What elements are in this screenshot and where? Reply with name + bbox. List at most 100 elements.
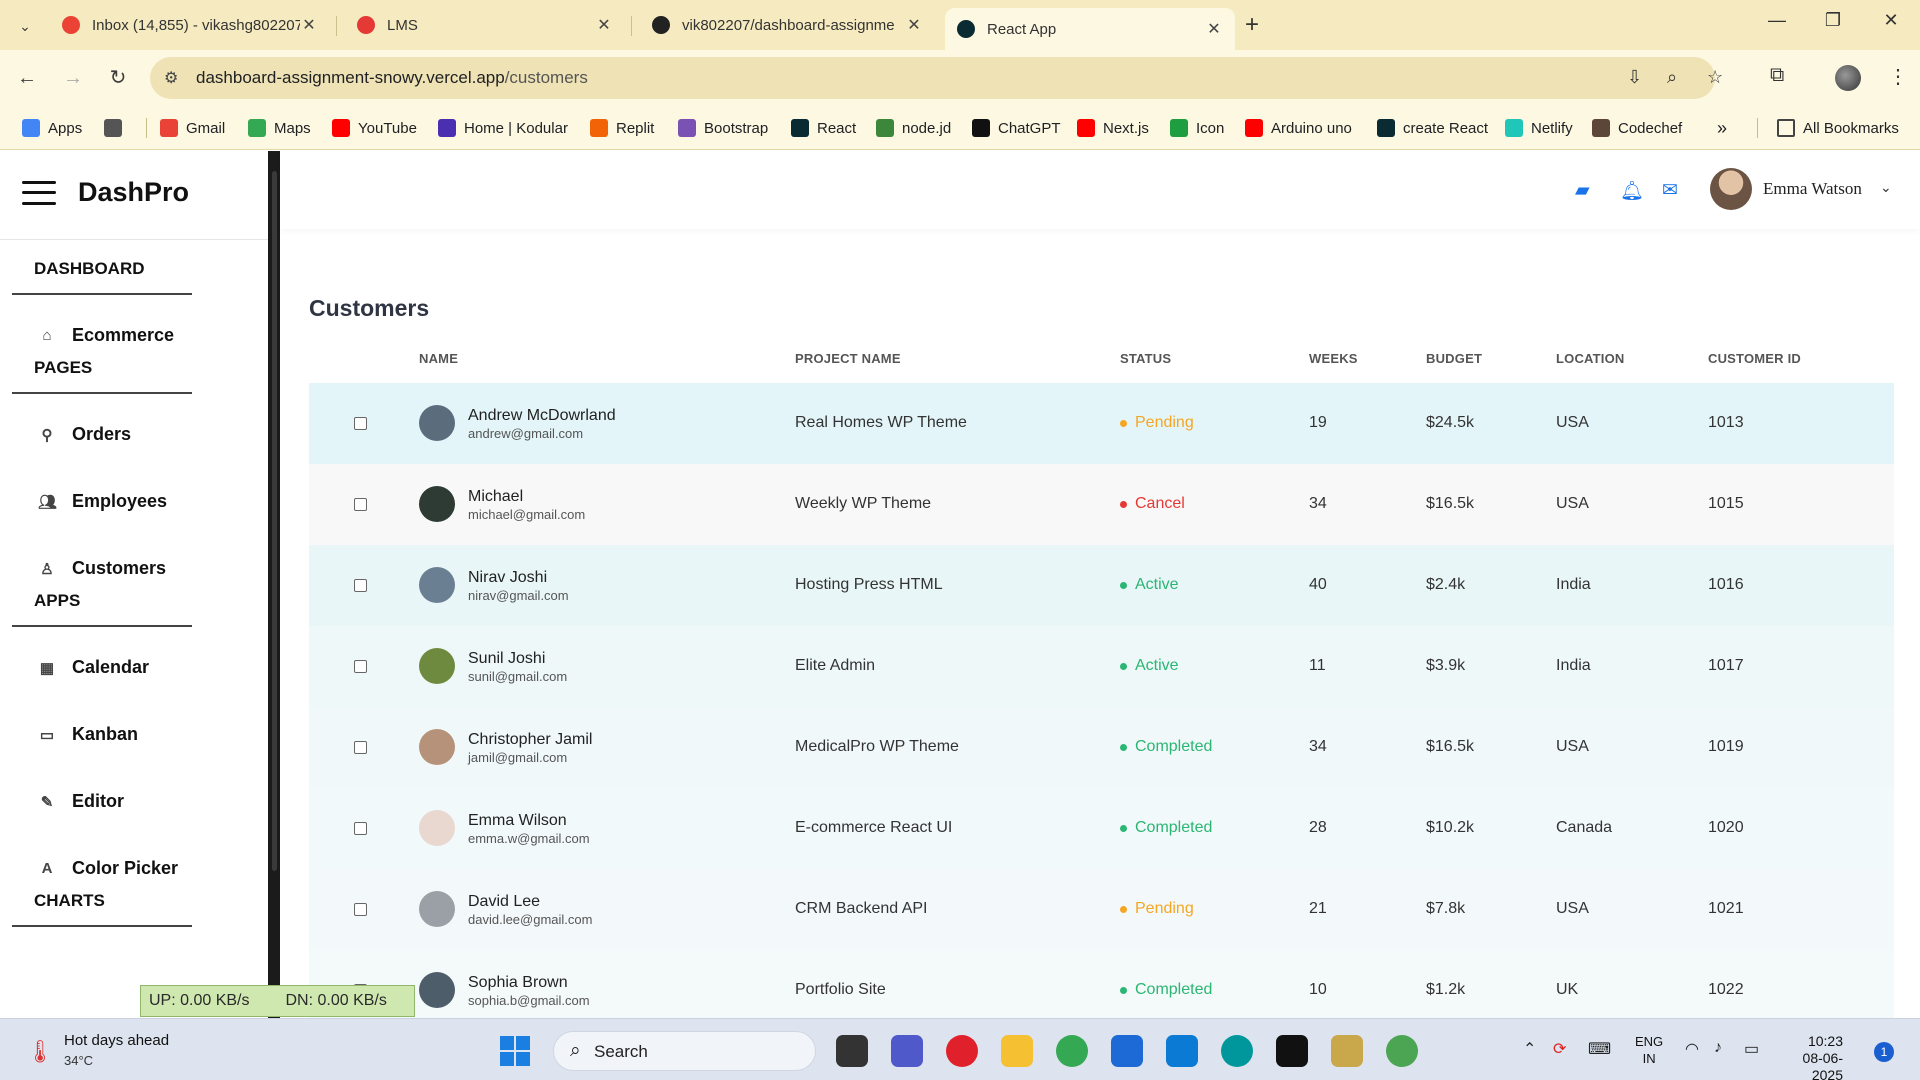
opera-icon[interactable]: [946, 1035, 978, 1067]
bookmark-item[interactable]: React: [791, 106, 856, 150]
file-explorer-icon[interactable]: [1001, 1035, 1033, 1067]
language-indicator[interactable]: ENG IN: [1635, 1033, 1663, 1067]
thermometer-icon[interactable]: 🌡︎: [26, 1039, 54, 1065]
clock[interactable]: 10:23 08-06-2025: [1783, 1033, 1843, 1080]
bookmark-item[interactable]: Replit: [590, 106, 654, 150]
cart-icon[interactable]: ▰: [1575, 179, 1590, 202]
browser-tab[interactable]: vik802207/dashboard-assignme ✕: [640, 8, 935, 42]
bookmark-item[interactable]: Netlify: [1505, 106, 1573, 150]
volume-icon[interactable]: ♪: [1714, 1039, 1722, 1057]
teams-icon[interactable]: [891, 1035, 923, 1067]
row-checkbox[interactable]: [354, 417, 367, 430]
address-bar[interactable]: ⚙ dashboard-assignment-snowy.vercel.app/…: [150, 57, 1723, 99]
minimize-icon[interactable]: —: [1762, 10, 1792, 31]
sidebar-item-orders[interactable]: ⚲ Orders: [38, 424, 132, 445]
sidebar-item-customers[interactable]: ♙ Customers: [38, 558, 166, 579]
mail-icon[interactable]: ✉: [1662, 179, 1678, 202]
user-avatar[interactable]: [1710, 168, 1752, 210]
bookmark-item[interactable]: [104, 106, 130, 150]
table-row[interactable]: Michael michael@gmail.com Weekly WP Theme C…: [309, 464, 1894, 545]
sidebar-item-editor[interactable]: ✎ Editor: [38, 791, 124, 812]
sidebar-item-calendar[interactable]: ▦ Calendar: [38, 657, 149, 678]
table-row[interactable]: Nirav Joshi nirav@gmail.com Hosting Press …: [309, 545, 1894, 626]
sync-icon[interactable]: ⟳: [1553, 1039, 1566, 1059]
sidebar-item-ecommerce[interactable]: ⌂ Ecommerce: [38, 325, 174, 346]
status-badge: Completed: [1120, 819, 1212, 837]
notification-badge[interactable]: 1: [1874, 1042, 1894, 1062]
browser-tab[interactable]: React App ✕: [945, 8, 1235, 50]
install-app-icon[interactable]: ⇩: [1627, 67, 1642, 88]
sidebar-item-color-picker[interactable]: A Color Picker: [38, 858, 178, 879]
figma-icon[interactable]: [1276, 1035, 1308, 1067]
table-row[interactable]: Christopher Jamil jamil@gmail.com MedicalP…: [309, 707, 1894, 788]
weather-title[interactable]: Hot days ahead: [64, 1032, 169, 1049]
chevron-up-icon[interactable]: ⌃: [1523, 1039, 1536, 1059]
bookmark-item[interactable]: Home | Kodular: [438, 106, 568, 150]
sidebar-item-kanban[interactable]: ▭ Kanban: [38, 724, 138, 745]
task-view-icon[interactable]: [836, 1035, 868, 1067]
row-checkbox[interactable]: [354, 498, 367, 511]
restore-icon[interactable]: ❐: [1818, 10, 1848, 31]
bookmark-item[interactable]: Bootstrap: [678, 106, 768, 150]
hamburger-menu-icon[interactable]: [22, 180, 56, 205]
row-checkbox[interactable]: [354, 903, 367, 916]
taskbar-search[interactable]: ⌕ Search: [553, 1031, 816, 1071]
all-bookmarks[interactable]: All Bookmarks: [1777, 106, 1899, 150]
menu-kebab-icon[interactable]: ⋮: [1888, 64, 1908, 89]
wifi-icon[interactable]: ◠: [1685, 1039, 1699, 1059]
zoom-icon[interactable]: ⌕: [1667, 67, 1677, 88]
bell-icon[interactable]: 🔔︎: [1620, 179, 1644, 203]
chevron-down-icon[interactable]: ⌄: [1880, 179, 1892, 196]
close-tab-icon[interactable]: ✕: [300, 15, 318, 35]
bookmarks-bar: Apps Gmail Maps YouTube Home | Kodular Replit…: [0, 106, 1920, 150]
close-tab-icon[interactable]: ✕: [905, 15, 923, 35]
keyboard-icon[interactable]: ⌨: [1588, 1039, 1611, 1059]
row-checkbox[interactable]: [354, 660, 367, 673]
browser-tab[interactable]: LMS ✕: [345, 8, 625, 42]
row-checkbox[interactable]: [354, 822, 367, 835]
bookmark-item[interactable]: YouTube: [332, 106, 417, 150]
site-info-icon[interactable]: ⚙: [164, 68, 178, 88]
table-row[interactable]: Andrew McDowrland andrew@gmail.com Real Ho…: [309, 383, 1894, 464]
weather-temp[interactable]: 34°C: [64, 1053, 93, 1068]
bookmark-item[interactable]: Icon: [1170, 106, 1224, 150]
app-icon[interactable]: [1331, 1035, 1363, 1067]
sidebar-scrollbar-thumb[interactable]: [272, 171, 277, 871]
bookmark-item[interactable]: Next.js: [1077, 106, 1149, 150]
bookmark-star-icon[interactable]: ☆: [1707, 67, 1723, 88]
bookmark-item[interactable]: Gmail: [160, 106, 225, 150]
bookmark-item[interactable]: node.jd: [876, 106, 951, 150]
table-row[interactable]: David Lee david.lee@gmail.com CRM Backend …: [309, 869, 1894, 950]
bookmark-item[interactable]: Apps: [22, 106, 82, 150]
close-window-icon[interactable]: ✕: [1876, 10, 1906, 31]
bookmark-item[interactable]: create React: [1377, 106, 1488, 150]
extensions-icon[interactable]: ⧉: [1770, 64, 1784, 87]
vscode-icon[interactable]: [1166, 1035, 1198, 1067]
row-checkbox[interactable]: [354, 741, 367, 754]
bookmark-item[interactable]: Arduino uno: [1245, 106, 1352, 150]
row-checkbox[interactable]: [354, 579, 367, 592]
chrome-profile-icon[interactable]: [1386, 1035, 1418, 1067]
sidebar-item-employees[interactable]: 👥︎ Employees: [38, 491, 167, 512]
bookmark-item[interactable]: Codechef: [1592, 106, 1682, 150]
close-tab-icon[interactable]: ✕: [595, 15, 613, 35]
chrome-icon[interactable]: [1056, 1035, 1088, 1067]
more-bookmarks-icon[interactable]: »: [1717, 106, 1727, 150]
bookmark-item[interactable]: Maps: [248, 106, 311, 150]
close-tab-icon[interactable]: ✕: [1205, 19, 1223, 39]
table-row[interactable]: Sunil Joshi sunil@gmail.com Elite Admin Act…: [309, 626, 1894, 707]
tab-search-button[interactable]: ⌄: [10, 11, 40, 41]
bookmark-item[interactable]: ChatGPT: [972, 106, 1061, 150]
store-icon[interactable]: [1111, 1035, 1143, 1067]
user-name[interactable]: Emma Watson: [1763, 179, 1862, 199]
browser-tab[interactable]: Inbox (14,855) - vikashg802207 ✕: [50, 8, 330, 42]
reload-icon[interactable]: ↻: [104, 64, 132, 92]
forward-icon[interactable]: →: [59, 64, 87, 92]
profile-avatar[interactable]: [1835, 65, 1861, 91]
back-icon[interactable]: ←: [13, 64, 41, 92]
arduino-icon[interactable]: [1221, 1035, 1253, 1067]
battery-icon[interactable]: ▭: [1744, 1039, 1759, 1059]
windows-start-icon[interactable]: [500, 1036, 530, 1066]
table-row[interactable]: Emma Wilson emma.w@gmail.com E-commerce Re…: [309, 788, 1894, 869]
new-tab-button[interactable]: +: [1245, 11, 1259, 39]
